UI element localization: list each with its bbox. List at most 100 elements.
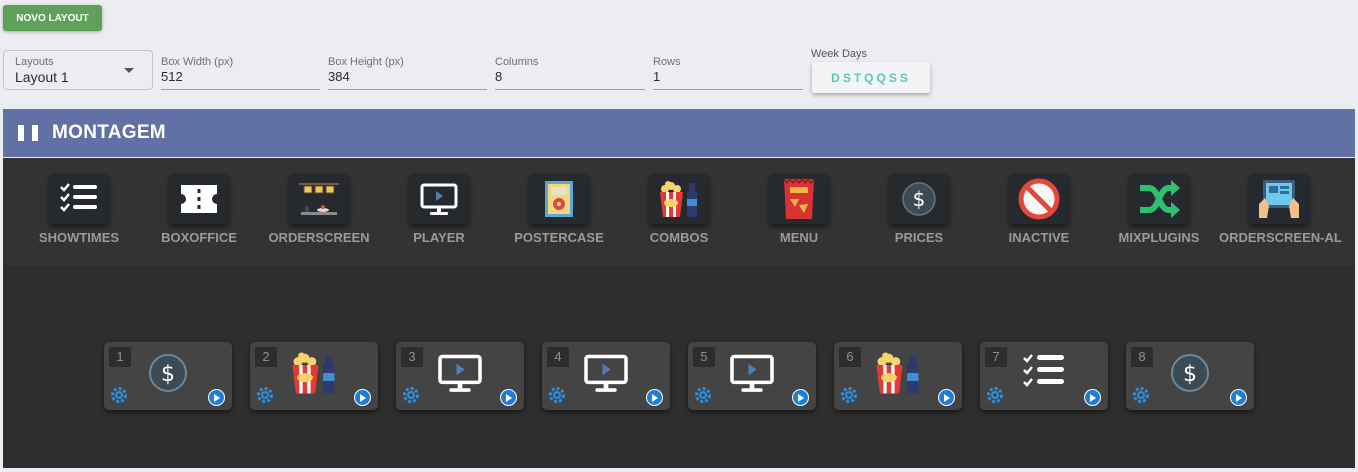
play-button[interactable] bbox=[208, 389, 225, 406]
svg-text:$: $ bbox=[161, 362, 175, 387]
plugin-label: ORDERSCREEN-AL bbox=[1219, 230, 1342, 245]
page-title: MONTAGEM bbox=[52, 122, 166, 143]
svg-text:$: $ bbox=[1183, 362, 1197, 387]
box-height-field[interactable]: Box Height (px) 384 bbox=[328, 50, 487, 90]
popcorn-drink-icon bbox=[649, 174, 709, 224]
layout-box[interactable]: 7 bbox=[980, 342, 1108, 410]
plugin-label: POSTERCASE bbox=[514, 230, 604, 245]
layout-box[interactable]: 8 $ bbox=[1126, 342, 1254, 410]
monitor-play-icon bbox=[580, 350, 632, 396]
plugin-inactive[interactable]: INACTIVE bbox=[979, 171, 1099, 251]
box-height-label: Box Height (px) bbox=[328, 56, 404, 68]
week-days-button[interactable]: DSTQQSS bbox=[812, 62, 930, 93]
checklist-icon bbox=[49, 174, 109, 224]
layout-box[interactable]: 2 bbox=[250, 342, 378, 410]
prohibited-icon bbox=[1009, 174, 1069, 224]
play-button[interactable] bbox=[1230, 389, 1247, 406]
snack-bag-icon bbox=[769, 174, 829, 224]
play-button[interactable] bbox=[500, 389, 517, 406]
box-number: 3 bbox=[401, 347, 423, 367]
layout-box[interactable]: 1 $ bbox=[104, 342, 232, 410]
ticket-icon bbox=[169, 174, 229, 224]
layout-box[interactable]: 5 bbox=[688, 342, 816, 410]
layout-stage: 1 $ 2 3 4 5 6 7 8 $ bbox=[3, 268, 1355, 468]
orderscreen-icon bbox=[289, 174, 349, 224]
plugin-boxoffice[interactable]: BOXOFFICE bbox=[139, 171, 259, 251]
gear-icon[interactable] bbox=[256, 386, 274, 409]
monitor-play-icon bbox=[434, 350, 486, 396]
svg-text:$: $ bbox=[913, 187, 926, 211]
poster-icon bbox=[529, 174, 589, 224]
gear-icon[interactable] bbox=[840, 386, 858, 409]
plugin-label: MIXPLUGINS bbox=[1118, 230, 1200, 245]
play-button[interactable] bbox=[1084, 389, 1101, 406]
box-height-value: 384 bbox=[328, 69, 350, 84]
pause-icon[interactable] bbox=[18, 125, 38, 141]
plugin-player[interactable]: PLAYER bbox=[379, 171, 499, 251]
layout-box[interactable]: 6 bbox=[834, 342, 962, 410]
monitor-play-icon bbox=[409, 174, 469, 224]
plugin-label: INACTIVE bbox=[1008, 230, 1070, 245]
monitor-play-icon bbox=[726, 350, 778, 396]
columns-label: Columns bbox=[495, 56, 539, 68]
plugin-mixplugins[interactable]: MIXPLUGINS bbox=[1099, 171, 1219, 251]
layout-box[interactable]: 4 bbox=[542, 342, 670, 410]
box-number: 1 bbox=[109, 347, 131, 367]
play-button[interactable] bbox=[792, 389, 809, 406]
gear-icon[interactable] bbox=[986, 386, 1004, 409]
popcorn-drink-icon bbox=[288, 350, 340, 396]
box-width-value: 512 bbox=[161, 69, 183, 84]
week-days-label: Week Days bbox=[811, 48, 868, 60]
plugin-label: SHOWTIMES bbox=[38, 230, 120, 245]
plugin-orderscreen[interactable]: ORDERSCREEN bbox=[259, 171, 379, 251]
box-number: 6 bbox=[839, 347, 861, 367]
new-layout-button[interactable]: NOVO LAYOUT bbox=[3, 5, 102, 31]
box-number: 7 bbox=[985, 347, 1007, 367]
dollar-circle-icon: $ bbox=[889, 174, 949, 224]
popcorn-drink-icon bbox=[872, 350, 924, 396]
play-button[interactable] bbox=[646, 389, 663, 406]
checklist-icon bbox=[1018, 350, 1070, 396]
plugin-label: PLAYER bbox=[413, 230, 465, 245]
rows-field[interactable]: Rows 1 bbox=[653, 50, 803, 90]
layout-box[interactable]: 3 bbox=[396, 342, 524, 410]
plugin-label: PRICES bbox=[894, 230, 944, 245]
play-button[interactable] bbox=[354, 389, 371, 406]
box-number: 4 bbox=[547, 347, 569, 367]
plugin-label: ORDERSCREEN bbox=[268, 230, 370, 245]
box-width-field[interactable]: Box Width (px) 512 bbox=[161, 50, 320, 90]
play-button[interactable] bbox=[938, 389, 955, 406]
dollar-circle-icon: $ bbox=[142, 350, 194, 396]
plugin-label: MENU bbox=[779, 230, 819, 245]
box-number: 2 bbox=[255, 347, 277, 367]
gear-icon[interactable] bbox=[402, 386, 420, 409]
layouts-value: Layout 1 bbox=[15, 69, 69, 85]
box-number: 5 bbox=[693, 347, 715, 367]
gear-icon[interactable] bbox=[694, 386, 712, 409]
plugin-orderscreen-al[interactable]: ORDERSCREEN-AL bbox=[1219, 171, 1342, 251]
tablet-hands-icon bbox=[1249, 174, 1309, 224]
rows-value: 1 bbox=[653, 69, 661, 84]
plugin-label: COMBOS bbox=[649, 230, 709, 245]
gear-icon[interactable] bbox=[548, 386, 566, 409]
plugin-prices[interactable]: $ PRICES bbox=[859, 171, 979, 251]
plugin-combos[interactable]: COMBOS bbox=[619, 171, 739, 251]
columns-field[interactable]: Columns 8 bbox=[495, 50, 645, 90]
layouts-label: Layouts bbox=[15, 56, 54, 68]
rows-label: Rows bbox=[653, 56, 681, 68]
plugin-showtimes[interactable]: SHOWTIMES bbox=[19, 171, 139, 251]
gear-icon[interactable] bbox=[1132, 386, 1150, 409]
layouts-select[interactable]: Layouts Layout 1 bbox=[3, 50, 153, 90]
gear-icon[interactable] bbox=[110, 386, 128, 409]
dollar-circle-icon: $ bbox=[1164, 350, 1216, 396]
box-number: 8 bbox=[1131, 347, 1153, 367]
plugin-label: BOXOFFICE bbox=[161, 230, 237, 245]
plugin-postercase[interactable]: POSTERCASE bbox=[499, 171, 619, 251]
montagem-header: MONTAGEM bbox=[3, 109, 1355, 157]
shuffle-icon bbox=[1129, 174, 1189, 224]
box-width-label: Box Width (px) bbox=[161, 56, 234, 68]
plugin-bar: SHOWTIMES BOXOFFICE ORDERSCREEN PLAYER P… bbox=[3, 158, 1355, 268]
columns-value: 8 bbox=[495, 69, 503, 84]
chevron-down-icon bbox=[124, 68, 134, 73]
plugin-menu[interactable]: MENU bbox=[739, 171, 859, 251]
